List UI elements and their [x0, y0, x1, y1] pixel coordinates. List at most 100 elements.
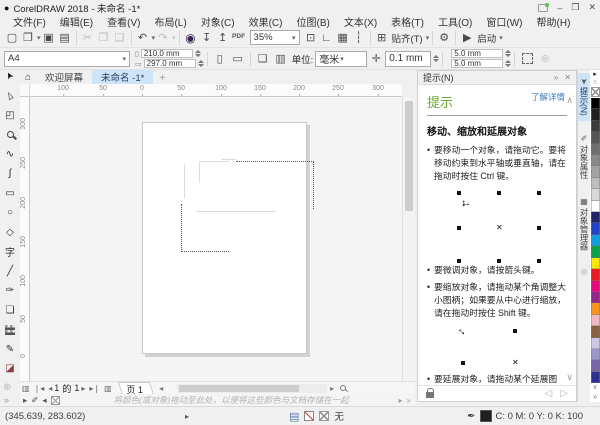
docker-tab-object-manager[interactable]: ▦ 对象管理器: [578, 192, 590, 256]
status-expand-icon[interactable]: ▸: [185, 412, 189, 421]
palette-swatch[interactable]: [590, 143, 600, 156]
well-expand-icons[interactable]: ▸»: [395, 396, 415, 405]
palette-swatch[interactable]: [590, 246, 600, 258]
docker-tab-object-properties[interactable]: ✐ 对象属性: [578, 129, 590, 184]
export-button[interactable]: ↥: [215, 30, 231, 46]
duplicate-x-stepper[interactable]: [505, 50, 512, 57]
print-button[interactable]: ▤: [57, 30, 73, 46]
palette-swatch[interactable]: [590, 109, 600, 121]
palette-swatch[interactable]: [590, 314, 600, 327]
first-page-button[interactable]: ❘◂: [32, 384, 47, 393]
zoom-dropdown-icon[interactable]: ▾: [292, 34, 296, 42]
palette-swatch[interactable]: [590, 269, 600, 281]
zoom-tool[interactable]: [1, 125, 19, 145]
menu-item[interactable]: 位图(B): [289, 14, 336, 29]
treat-as-filled-button[interactable]: [518, 51, 536, 67]
show-grid-button[interactable]: ▦: [335, 30, 351, 46]
menu-item[interactable]: 编辑(E): [53, 14, 100, 29]
pen-tool[interactable]: ✑: [1, 281, 19, 301]
rectangle-tool[interactable]: ▭: [1, 184, 19, 204]
restore-button[interactable]: ❐: [571, 2, 579, 13]
next-page-button[interactable]: ▸: [79, 384, 87, 393]
undo-button[interactable]: ↶: [135, 30, 151, 46]
portrait-button[interactable]: ▯: [211, 51, 229, 67]
palette-swatch[interactable]: [590, 371, 600, 384]
tab-welcome-screen[interactable]: 欢迎屏幕: [36, 70, 92, 84]
menu-item[interactable]: 布局(L): [147, 14, 193, 29]
canvas-vertical-scrollbar[interactable]: [402, 97, 415, 381]
text-tool[interactable]: 字: [1, 242, 19, 262]
add-page-icon[interactable]: ▥: [102, 384, 114, 393]
docker-tab-hints[interactable]: ➤ 提示(N): [578, 73, 590, 121]
palette-swatch[interactable]: [590, 223, 600, 235]
docker-close-icon[interactable]: ✕: [564, 73, 571, 82]
current-page-button[interactable]: ▥: [272, 51, 290, 67]
nudge-stepper[interactable]: [433, 55, 440, 62]
menu-item[interactable]: 工具(O): [431, 14, 479, 29]
duplicate-x-field[interactable]: 5.0 mm: [451, 49, 504, 58]
palette-swatch[interactable]: [590, 348, 600, 361]
no-color-swatch[interactable]: [590, 87, 600, 97]
well-collapse-icon[interactable]: ◂: [42, 395, 46, 406]
menu-item[interactable]: 窗口(W): [479, 14, 529, 29]
menu-item[interactable]: 效果(C): [242, 14, 290, 29]
scrollbar-thumb[interactable]: [179, 384, 300, 392]
page-width-field[interactable]: 210.0 mm: [140, 49, 193, 58]
palette-swatch[interactable]: [590, 326, 600, 338]
last-page-button[interactable]: ▸❘: [87, 384, 102, 393]
palette-swatch[interactable]: [590, 291, 600, 304]
crop-tool[interactable]: ◰: [1, 106, 19, 126]
snap-to-icon[interactable]: ⊞: [374, 30, 390, 46]
minimize-button[interactable]: –: [557, 3, 562, 13]
drawing-page[interactable]: [142, 122, 314, 354]
document-info-icon[interactable]: ▤: [289, 410, 299, 423]
vertical-ruler[interactable]: 300 250 200 150 100 50 0: [20, 97, 30, 381]
menu-item[interactable]: 文件(F): [6, 14, 53, 29]
palette-swatch[interactable]: [590, 212, 600, 224]
toolbox-expand-button[interactable]: »: [4, 395, 9, 405]
launch-icon[interactable]: ▶: [459, 30, 475, 46]
snap-dropdown-icon[interactable]: ▾: [426, 34, 430, 42]
ellipse-tool[interactable]: ○: [1, 203, 19, 223]
palette-swatch[interactable]: [590, 132, 600, 144]
add-docker-button[interactable]: ⊕: [580, 267, 588, 278]
learn-more-link[interactable]: 了解详情: [531, 92, 567, 102]
hscroll-right-arrow[interactable]: ▸: [330, 384, 334, 393]
new-document-button[interactable]: ▢: [4, 30, 20, 46]
page-size-preset-combo[interactable]: A4 ▾: [4, 50, 130, 67]
palette-scroll-down-icon[interactable]: ∨: [592, 383, 597, 392]
height-stepper[interactable]: [197, 60, 204, 67]
save-button[interactable]: ▣: [41, 30, 57, 46]
preset-dropdown-icon[interactable]: ▾: [122, 55, 126, 63]
polygon-tool[interactable]: ◇: [1, 223, 19, 243]
fill-tool[interactable]: ◪: [1, 359, 19, 379]
account-icon[interactable]: [538, 2, 550, 12]
units-dropdown-icon[interactable]: ▾: [340, 55, 344, 63]
artistic-media-tool[interactable]: ∫: [1, 164, 19, 184]
palette-swatch[interactable]: [590, 337, 600, 349]
menu-item[interactable]: 查看(V): [100, 14, 147, 29]
page-tab[interactable]: 页 1: [117, 381, 154, 395]
palette-swatch[interactable]: [590, 155, 600, 167]
options-gear-button[interactable]: ⚙: [436, 30, 452, 46]
palette-swatch[interactable]: [590, 303, 600, 315]
palette-swatch[interactable]: [590, 200, 600, 213]
palette-swatch[interactable]: [590, 189, 600, 201]
show-rulers-button[interactable]: ∟: [319, 30, 335, 46]
unlock-icon[interactable]: [426, 388, 434, 398]
palette-swatch[interactable]: [590, 280, 600, 292]
drawing-canvas[interactable]: [30, 97, 402, 381]
landscape-button[interactable]: ▭: [229, 51, 247, 67]
contour-tool[interactable]: ❏: [1, 301, 19, 321]
launch-dropdown-icon[interactable]: ▾: [499, 34, 503, 42]
duplicate-y-field[interactable]: 5.0 mm: [451, 59, 504, 68]
palette-swatch[interactable]: [590, 234, 600, 247]
palette-expand-icon[interactable]: »: [593, 392, 597, 402]
palette-menu-icon[interactable]: ▸: [593, 70, 597, 79]
palette-swatch[interactable]: [590, 98, 600, 110]
scroll-up-chevron[interactable]: ∧: [566, 95, 573, 106]
outline-color-swatch[interactable]: [479, 410, 492, 422]
import-button[interactable]: ↧: [199, 30, 215, 46]
palette-swatch[interactable]: [590, 360, 600, 372]
zoom-region-button[interactable]: [337, 383, 348, 394]
